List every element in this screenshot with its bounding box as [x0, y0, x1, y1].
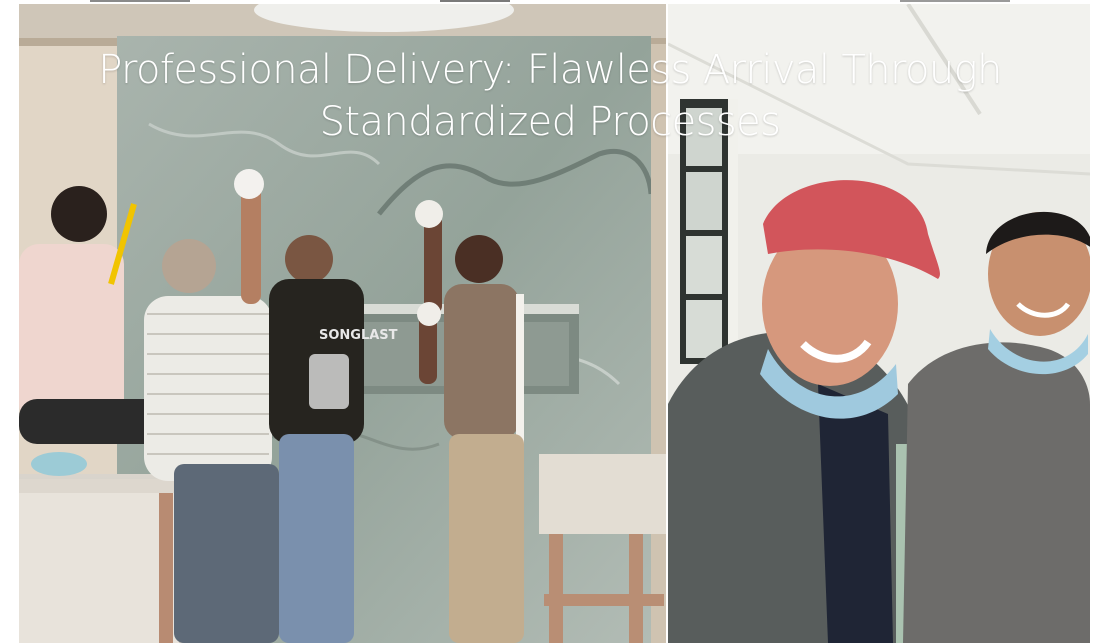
top-strip-fragment — [440, 0, 510, 2]
window-pane — [686, 236, 722, 294]
top-strip-fragment — [90, 0, 190, 2]
workbench-top — [19, 479, 179, 493]
slide: SONGLAST Professional Delivery: Flawless… — [0, 0, 1099, 643]
workbench — [19, 493, 179, 643]
table-leg — [549, 534, 563, 643]
headline-line-2: Standardized Processes — [319, 99, 781, 145]
window-pane — [686, 300, 722, 358]
shirt-print: SONGLAST — [319, 328, 398, 343]
workbench-leg — [159, 493, 173, 643]
table-leg — [629, 534, 643, 643]
headline-line-1: Professional Delivery: Flawless Arrival … — [98, 47, 1002, 93]
right-table — [539, 454, 666, 534]
window-pane — [686, 172, 722, 230]
table-rail — [544, 594, 664, 606]
top-strip-fragment — [900, 0, 1010, 2]
headline: Professional Delivery: Flawless Arrival … — [60, 44, 1040, 148]
